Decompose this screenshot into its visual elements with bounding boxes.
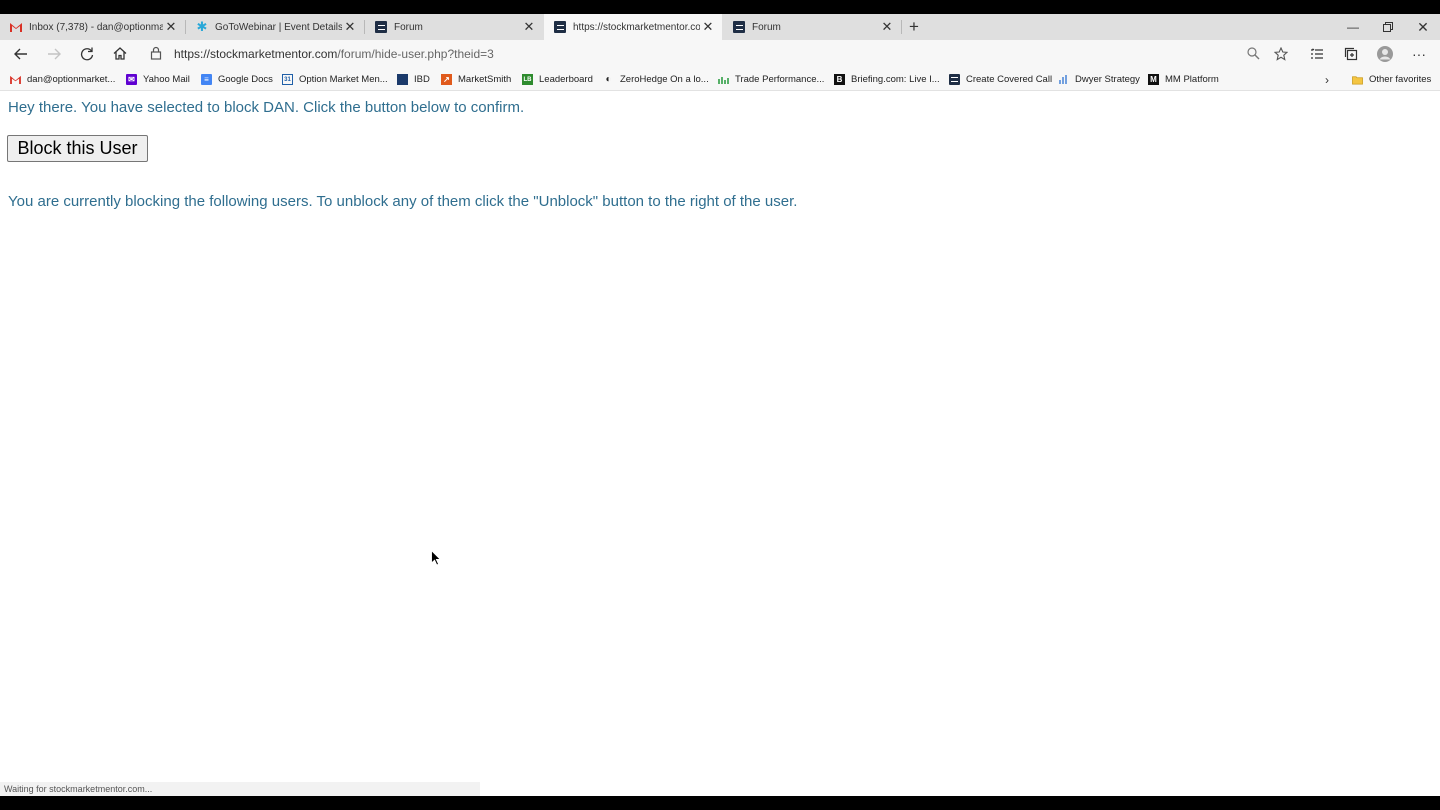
marketsmith-icon: ↗ <box>441 74 452 85</box>
bookmark-item[interactable]: LB Leaderboard <box>522 72 593 87</box>
bookmark-item[interactable]: ↗ MarketSmith <box>441 72 511 87</box>
bookmark-label: Option Market Men... <box>299 74 388 85</box>
tab-title: GoToWebinar | Event Details <box>215 21 342 33</box>
minimize-button[interactable]: — <box>1338 17 1368 37</box>
page-content: Hey there. You have selected to block DA… <box>0 92 1440 782</box>
bookmark-item[interactable]: Dwyer Strategy <box>1058 72 1140 87</box>
yahoo-mail-icon: ✉ <box>126 74 137 85</box>
bookmark-label: Yahoo Mail <box>143 74 190 85</box>
gmail-icon <box>10 21 22 33</box>
briefing-icon: B <box>834 74 845 85</box>
tab-strip: Inbox (7,378) - dan@optionmar ✕ ✱ GoToWe… <box>0 14 1440 40</box>
close-icon[interactable]: ✕ <box>700 19 716 35</box>
bookmark-item[interactable]: M MM Platform <box>1148 72 1219 87</box>
confirm-block-message: Hey there. You have selected to block DA… <box>8 99 525 116</box>
tab-title: Forum <box>394 21 423 33</box>
ibd-icon <box>397 74 408 85</box>
close-icon[interactable]: ✕ <box>879 19 895 35</box>
other-favorites-label: Other favorites <box>1369 74 1432 85</box>
smm-icon <box>949 74 960 85</box>
other-favorites[interactable]: Other favorites <box>1352 72 1431 87</box>
address-bar-row: https://stockmarketmentor.com/forum/hide… <box>0 40 1440 68</box>
bookmark-label: Leaderboard <box>539 74 593 85</box>
bookmark-item[interactable]: dan@optionmarket... <box>10 72 115 87</box>
mm-icon: M <box>1148 74 1159 85</box>
smm-icon <box>733 21 745 33</box>
tab-title: https://stockmarketmentor.com <box>573 21 700 33</box>
bookmark-label: MarketSmith <box>458 74 512 85</box>
url-host: https://stockmarketmentor.com <box>174 47 338 61</box>
tab-gmail[interactable]: Inbox (7,378) - dan@optionmar ✕ <box>0 14 185 40</box>
bookmark-label: Trade Performance... <box>735 74 825 85</box>
bookmarks-bar: dan@optionmarket... ✉ Yahoo Mail ≡ Googl… <box>0 68 1440 91</box>
bookmark-item[interactable]: B Briefing.com: Live I... <box>834 72 940 87</box>
bar-chart-icon <box>1058 74 1069 85</box>
restore-button[interactable] <box>1373 17 1403 37</box>
close-icon[interactable]: ✕ <box>163 19 179 35</box>
bookmarks-overflow-chevron-icon[interactable]: › <box>1325 72 1329 87</box>
bookmark-label: Briefing.com: Live I... <box>851 74 940 85</box>
bookmark-label: Dwyer Strategy <box>1075 74 1140 85</box>
block-user-button[interactable]: Block this User <box>7 135 148 162</box>
folder-icon <box>1352 74 1363 85</box>
tab-title: Forum <box>752 21 781 33</box>
new-tab-button[interactable]: + <box>905 17 923 37</box>
url-field[interactable]: https://stockmarketmentor.com/forum/hide… <box>174 47 494 61</box>
lock-icon[interactable] <box>150 46 162 60</box>
bookmark-label: Create Covered Call <box>966 74 1053 85</box>
favorite-star-icon[interactable] <box>1270 44 1292 64</box>
bookmark-item[interactable]: IBD <box>397 72 430 87</box>
bookmark-item[interactable]: 31 Option Market Men... <box>282 72 388 87</box>
bookmark-label: IBD <box>414 74 430 85</box>
bookmark-item[interactable]: Create Covered Call <box>949 72 1052 87</box>
tab-forum-2[interactable]: Forum ✕ <box>723 14 901 40</box>
tab-forum[interactable]: Forum ✕ <box>365 14 543 40</box>
favorites-list-icon[interactable] <box>1306 44 1328 64</box>
back-button[interactable] <box>10 44 32 64</box>
url-path: /forum/hide-user.php?theid=3 <box>337 47 494 61</box>
bookmark-label: ZeroHedge On a lo... <box>620 74 709 85</box>
zerohedge-icon: ◐ <box>605 74 612 85</box>
smm-icon <box>375 21 387 33</box>
gmail-icon <box>10 74 21 85</box>
google-docs-icon: ≡ <box>201 74 212 85</box>
blocked-users-message: You are currently blocking the following… <box>8 193 798 210</box>
status-bar: Waiting for stockmarketmentor.com... <box>0 782 480 796</box>
zoom-icon[interactable] <box>1242 44 1264 64</box>
more-menu-icon[interactable]: ··· <box>1408 44 1430 64</box>
close-icon[interactable]: ✕ <box>342 19 358 35</box>
mouse-cursor-icon <box>431 550 441 566</box>
bookmark-label: dan@optionmarket... <box>27 74 116 85</box>
home-button[interactable] <box>109 44 131 64</box>
refresh-button[interactable] <box>76 44 98 64</box>
leaderboard-icon: LB <box>522 74 533 85</box>
bookmark-label: MM Platform <box>1165 74 1219 85</box>
smm-icon <box>554 21 566 33</box>
forward-button[interactable] <box>43 44 65 64</box>
gotowebinar-icon: ✱ <box>196 19 208 34</box>
close-icon[interactable]: ✕ <box>521 19 537 35</box>
collections-icon[interactable] <box>1340 44 1362 64</box>
browser-window: Inbox (7,378) - dan@optionmar ✕ ✱ GoToWe… <box>0 14 1440 796</box>
bookmark-item[interactable]: Trade Performance... <box>718 72 824 87</box>
bookmark-label: Google Docs <box>218 74 273 85</box>
profile-avatar-icon[interactable] <box>1374 44 1396 64</box>
tab-active-stockmarketmentor[interactable]: https://stockmarketmentor.com ✕ <box>544 14 722 40</box>
chart-icon <box>718 74 729 85</box>
bookmark-item[interactable]: ✉ Yahoo Mail <box>126 72 190 87</box>
tab-title: Inbox (7,378) - dan@optionmar <box>29 21 163 33</box>
tab-gotowebinar[interactable]: ✱ GoToWebinar | Event Details ✕ <box>186 14 364 40</box>
close-window-button[interactable]: ✕ <box>1408 17 1438 37</box>
calendar-icon: 31 <box>282 74 293 85</box>
bookmark-item[interactable]: ◐ ZeroHedge On a lo... <box>603 72 709 87</box>
bookmark-item[interactable]: ≡ Google Docs <box>201 72 273 87</box>
